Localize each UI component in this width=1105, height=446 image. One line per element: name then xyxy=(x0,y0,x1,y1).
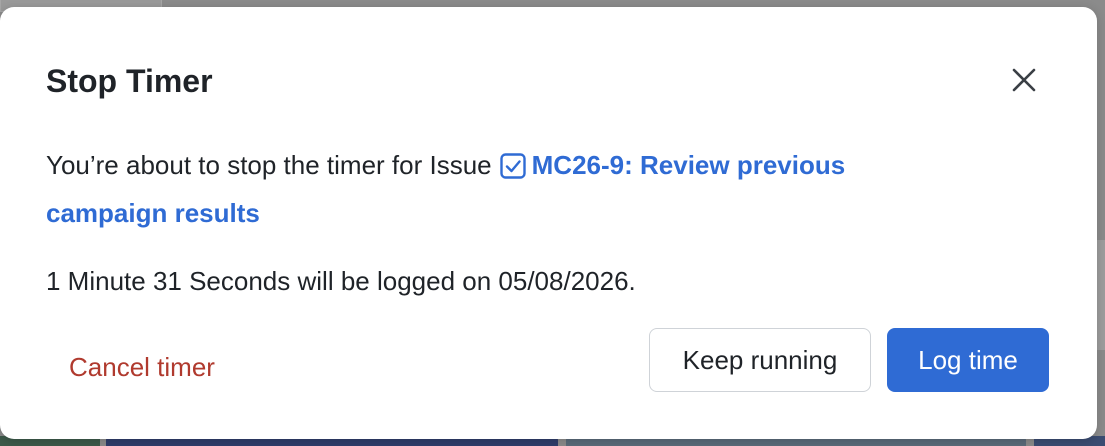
message-prefix: You’re about to stop the timer for Issue xyxy=(46,150,492,180)
stop-timer-dialog: Stop Timer You’re about to stop the time… xyxy=(0,7,1097,439)
cancel-timer-button[interactable]: Cancel timer xyxy=(69,350,215,384)
dialog-message: You’re about to stop the timer for Issue… xyxy=(46,141,966,237)
keep-running-button[interactable]: Keep running xyxy=(649,328,871,392)
close-icon xyxy=(1012,68,1036,92)
log-message: 1 Minute 31 Seconds will be logged on 05… xyxy=(46,266,636,296)
close-button[interactable] xyxy=(1006,62,1042,98)
dialog-title: Stop Timer xyxy=(46,63,213,99)
checkbox-icon xyxy=(499,153,526,179)
log-time-button[interactable]: Log time xyxy=(887,328,1049,392)
